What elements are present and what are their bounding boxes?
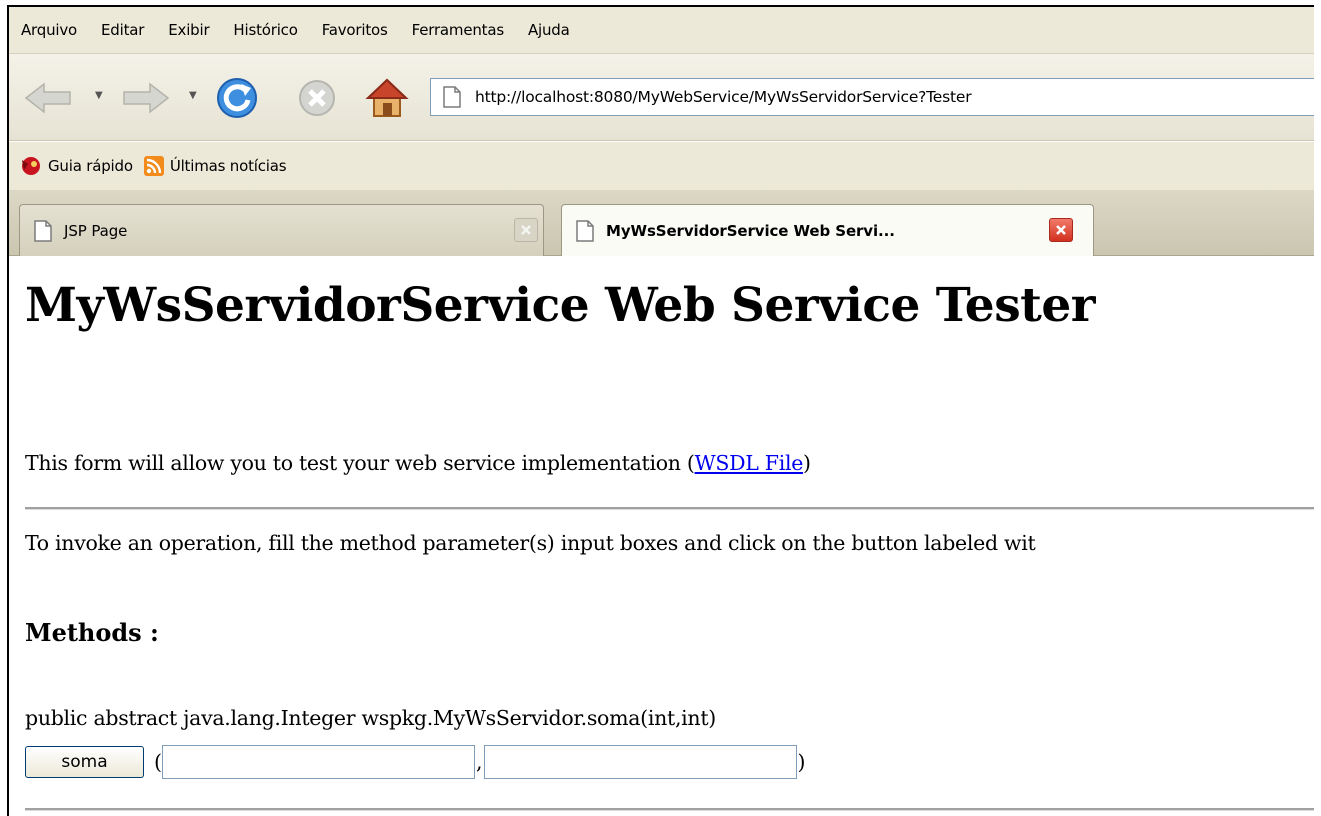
bookmarks-toolbar: Guia rápido Últimas notícias [9, 142, 1314, 190]
method-form: soma ( , ) [25, 745, 806, 779]
tab-jsp-page[interactable]: JSP Page [19, 204, 544, 256]
stop-icon [299, 80, 335, 116]
comma-separator: , [476, 750, 483, 774]
forward-history-dropdown-icon[interactable]: ▼ [189, 90, 197, 101]
method-signature: public abstract java.lang.Integer wspkg.… [25, 706, 716, 730]
menu-ferramentas[interactable]: Ferramentas [412, 21, 505, 39]
instructions-text: To invoke an operation, fill the method … [25, 531, 1036, 555]
reload-icon [217, 78, 257, 118]
tab-close-button[interactable] [1049, 218, 1073, 242]
reload-button[interactable] [213, 74, 261, 122]
url-text[interactable]: http://localhost:8080/MyWebService/MyWsS… [475, 88, 972, 106]
stop-button[interactable] [295, 76, 339, 120]
forward-button[interactable] [117, 78, 175, 118]
divider [25, 808, 1314, 811]
home-button[interactable] [363, 74, 411, 122]
menu-favoritos[interactable]: Favoritos [322, 21, 388, 39]
methods-heading: Methods : [25, 618, 159, 647]
intro-text-end: ) [803, 451, 811, 475]
open-paren: ( [154, 750, 162, 774]
back-arrow-icon [24, 82, 71, 114]
tab-strip: JSP Page MyWsServidorService Web Servi..… [9, 190, 1314, 257]
menu-editar[interactable]: Editar [101, 21, 144, 39]
menu-arquivo[interactable]: Arquivo [21, 21, 77, 39]
close-icon [1056, 225, 1066, 235]
close-icon [521, 225, 531, 235]
bookmark-guia-rapido[interactable]: Guia rápido [19, 155, 133, 177]
menu-ajuda[interactable]: Ajuda [528, 21, 570, 39]
page-icon [443, 86, 461, 108]
param1-input[interactable] [162, 745, 475, 779]
bookmark-label: Guia rápido [48, 157, 133, 175]
menu-historico[interactable]: Histórico [233, 21, 297, 39]
back-button[interactable] [19, 78, 77, 118]
browser-window: Arquivo Editar Exibir Histórico Favorito… [7, 5, 1314, 816]
soma-button[interactable]: soma [25, 746, 144, 778]
tab-label: MyWsServidorService Web Servi... [606, 222, 895, 240]
page-title: MyWsServidorService Web Service Tester [25, 278, 1096, 333]
page-icon [34, 219, 52, 242]
divider [25, 507, 1314, 510]
page-content: MyWsServidorService Web Service Tester T… [9, 256, 1314, 816]
tab-close-button[interactable] [514, 218, 538, 242]
tab-label: JSP Page [64, 221, 128, 240]
menu-bar: Arquivo Editar Exibir Histórico Favorito… [9, 7, 1314, 53]
firefox-icon [22, 157, 40, 175]
url-bar[interactable]: http://localhost:8080/MyWebService/MyWsS… [430, 78, 1314, 116]
bookmark-label: Últimas notícias [169, 157, 287, 175]
close-paren: ) [797, 750, 806, 774]
page-icon [576, 220, 594, 242]
tab-web-service-tester[interactable]: MyWsServidorService Web Servi... [561, 204, 1094, 257]
intro-text: This form will allow you to test your we… [25, 451, 811, 475]
rss-feed-icon [143, 156, 164, 176]
back-history-dropdown-icon[interactable]: ▼ [95, 90, 103, 101]
menu-exibir[interactable]: Exibir [168, 21, 209, 39]
bookmark-ultimas-noticias[interactable]: Últimas notícias [143, 155, 287, 177]
navigation-toolbar: ▼ ▼ http://localhost:8080/MyWebService/M… [9, 53, 1314, 141]
home-icon [365, 78, 409, 117]
forward-arrow-icon [123, 82, 170, 114]
intro-text-start: This form will allow you to test your we… [25, 451, 695, 475]
param2-input[interactable] [483, 745, 797, 779]
wsdl-file-link[interactable]: WSDL File [695, 451, 804, 475]
